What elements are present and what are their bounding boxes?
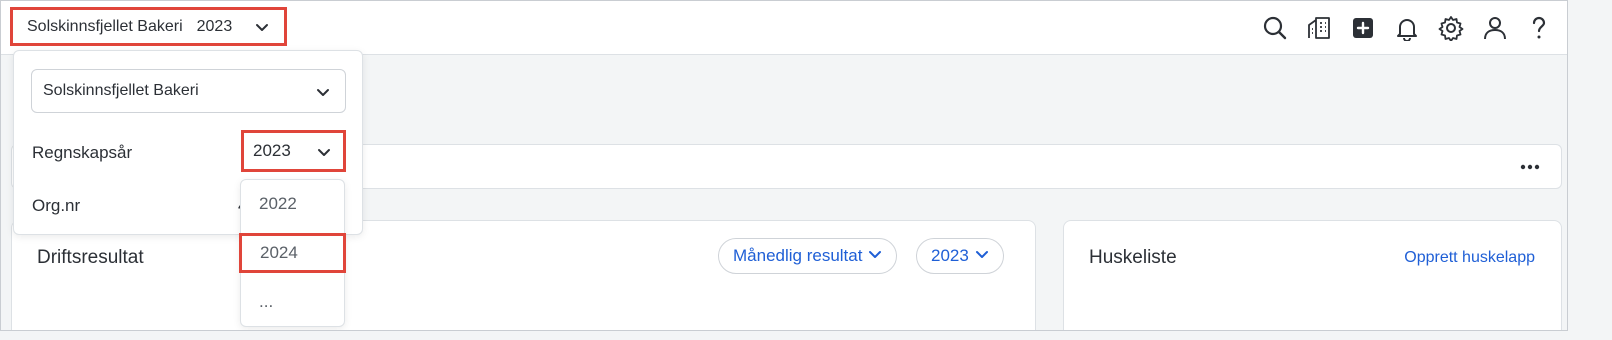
- fiscal-year-value: 2023: [253, 141, 291, 160]
- year-option-2022[interactable]: 2022: [241, 184, 346, 224]
- add-icon[interactable]: [1341, 13, 1385, 43]
- company-name: Solskinnsfjellet Bakeri: [27, 17, 183, 35]
- monthly-result-label: Månedlig resultat: [733, 246, 863, 265]
- year-option-more[interactable]: ...: [241, 282, 346, 322]
- chevron-down-icon: [316, 144, 332, 165]
- top-icon-bar: [1253, 13, 1561, 43]
- fiscal-year-label: Regnskapsår: [32, 143, 133, 162]
- company-select[interactable]: Solskinnsfjellet Bakeri: [31, 69, 346, 113]
- more-options-icon[interactable]: [1517, 157, 1543, 177]
- fiscal-year-menu: 2022 2024 ...: [239, 179, 346, 327]
- chevron-down-icon: [254, 19, 270, 40]
- selected-year: 2023: [196, 17, 233, 35]
- monthly-result-dropdown[interactable]: Månedlig resultat: [718, 238, 898, 274]
- company-building-icon[interactable]: [1297, 13, 1341, 43]
- fiscal-year-select[interactable]: 2023: [241, 130, 346, 172]
- help-icon[interactable]: [1517, 13, 1561, 43]
- org-number-label: Org.nr: [32, 196, 81, 215]
- todo-title: Huskeliste: [1089, 247, 1177, 268]
- gear-icon[interactable]: [1429, 13, 1473, 43]
- top-bar: Solskinnsfjellet Bakeri 2023: [1, 1, 1567, 55]
- year-option-2024[interactable]: 2024: [239, 233, 346, 273]
- company-year-selector[interactable]: Solskinnsfjellet Bakeri 2023: [10, 7, 287, 46]
- company-select-value: Solskinnsfjellet Bakeri: [43, 82, 199, 99]
- chevron-down-icon: [315, 84, 331, 105]
- chevron-down-icon: [868, 246, 882, 266]
- bell-icon[interactable]: [1385, 13, 1429, 43]
- chevron-down-icon: [975, 246, 989, 266]
- todo-card: Huskeliste Opprett huskelapp: [1063, 220, 1562, 330]
- operating-result-card: Driftsresultat Månedlig resultat 2023: [11, 220, 1036, 330]
- create-todo-link[interactable]: Opprett huskelapp: [1404, 249, 1535, 267]
- operating-year-dropdown[interactable]: 2023: [916, 238, 1004, 274]
- user-icon[interactable]: [1473, 13, 1517, 43]
- operating-year-label: 2023: [931, 246, 969, 265]
- search-icon[interactable]: [1253, 13, 1297, 43]
- operating-result-title: Driftsresultat: [37, 247, 144, 268]
- app-window: Solskinnsfjellet Bakeri 2023 Driftsresul…: [0, 0, 1568, 331]
